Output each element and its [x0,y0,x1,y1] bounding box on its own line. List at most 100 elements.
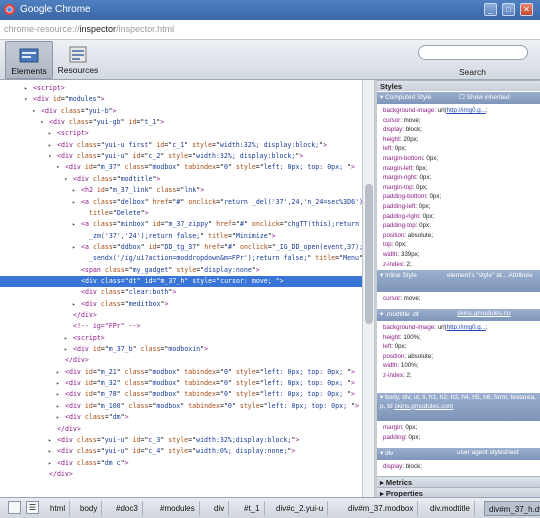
dom-node[interactable]: ▸ <div class="yui-u" id="c_3" style="widt… [0,435,362,446]
dom-node[interactable]: ▸ <div id="m_37_b" class="modboxin"> [0,344,362,355]
dom-node[interactable]: ▾ <div class="yui-u" id="c_2" style="widt… [0,151,362,162]
collapse-triangle-icon[interactable]: ▾ [64,174,73,185]
expand-triangle-icon[interactable]: ▸ [56,367,65,378]
maximize-button[interactable]: □ [502,3,515,16]
style-property[interactable]: margin-top: 0px; [383,183,538,192]
style-property[interactable]: z-index: 2; [383,260,538,269]
dom-node[interactable]: ▸ <div class="dm"> [0,412,362,423]
collapse-triangle-icon[interactable]: ▾ [40,117,49,128]
dom-node[interactable]: ▸ <div class="meditbox"> [0,299,362,310]
dock-toggle-button[interactable]: ☰ [26,501,39,514]
style-property[interactable]: background-image: url(http://img0.g...; [383,106,538,115]
dom-node[interactable]: </div> [0,355,362,366]
modtitle-rule-link[interactable]: skins.gmodules.co [457,310,510,317]
expand-triangle-icon[interactable]: ▸ [56,412,65,423]
dom-node[interactable]: ▸ <div id="m_78" class="modbox" tabindex=… [0,389,362,400]
dom-node[interactable]: ▸ <a class="ddbox" id="DD_tg_37" href="#"… [0,242,362,253]
div-rule-header[interactable]: ▾ div user agent stylesheet [377,448,540,460]
dom-node[interactable]: _sendx('/ig/ui?action=moddropdown&m=FPr'… [0,253,362,264]
style-property[interactable]: padding-left: 0px; [383,202,538,211]
breadcrumb-item[interactable]: div [210,501,230,516]
style-property[interactable]: margin-left: 0px; [383,164,538,173]
style-property[interactable]: left: 0px; [383,342,538,351]
collapse-triangle-icon[interactable]: ▾ [56,162,65,173]
dom-node[interactable]: ▸ <div id="m_32" class="modbox" tabindex=… [0,378,362,389]
dom-node[interactable]: ▾ <div class="modtitle"> [0,174,362,185]
breadcrumb-item[interactable]: html [46,501,71,516]
style-property[interactable]: top: 0px; [383,240,538,249]
console-toggle-button[interactable] [8,501,21,514]
style-property[interactable]: cursor: move; [383,294,538,303]
properties-section-header[interactable]: ▸ Properties [377,487,540,497]
expand-triangle-icon[interactable]: ▸ [72,299,81,310]
style-property[interactable]: margin-right: 0px; [383,173,538,182]
dom-node[interactable]: ▸ <div id="m_100" class="modbox" tabindex… [0,401,362,412]
inline-style-header[interactable]: ▾ Inline Style element's "style" at... At… [377,270,540,292]
dom-node[interactable]: ▸ <h2 id="m_37_link" class="lnk"> [0,185,362,196]
dom-node[interactable]: <!-- ig="FPr" --> [0,321,362,332]
expand-triangle-icon[interactable]: ▸ [48,446,57,457]
dom-node[interactable]: ▸ <script> [0,333,362,344]
style-url-link[interactable]: http://img0.g... [447,324,486,331]
style-property[interactable]: position: absolute; [383,352,538,361]
expand-triangle-icon[interactable]: ▸ [72,197,81,208]
dom-node[interactable]: ▸ <script> [0,83,362,94]
computed-style-header[interactable]: ▾ Computed Style ☐ Show inherited [377,92,540,104]
dom-node[interactable]: ▸ <div class="yui-u" id="c_4" style="widt… [0,446,362,457]
collapse-triangle-icon[interactable]: ▾ [48,151,57,162]
style-property[interactable]: left: 0px; [383,144,538,153]
expand-triangle-icon[interactable]: ▸ [48,128,57,139]
body-rule-header[interactable]: ▾ body, div, ul, li, h1, h2, h3, h4, h5,… [377,393,540,421]
breadcrumb-item[interactable]: #t_1 [240,501,265,516]
expand-triangle-icon[interactable]: ▸ [48,435,57,446]
dom-node[interactable]: </div> [0,424,362,435]
dom-tree[interactable]: ▸ <script> ▾ <div id="modules"> ▾ <div class=… [0,80,362,497]
style-property[interactable]: padding-right: 0px; [383,212,538,221]
search-input[interactable] [418,45,528,60]
style-property[interactable]: background-image: url(http://img0.g...; [383,323,538,332]
expand-triangle-icon[interactable]: ▸ [48,140,57,151]
dom-node[interactable]: _zm('37','24');return false;" title="Min… [0,231,362,242]
expand-triangle-icon[interactable]: ▸ [48,458,57,469]
resources-tab[interactable]: Resources [54,41,102,79]
dom-node[interactable]: ▸ <div class="dm c"> [0,458,362,469]
body-rule-link[interactable]: skins.gmodules.com [394,403,453,410]
style-property[interactable]: margin: 0px; [383,423,538,432]
modtitle-rule-header[interactable]: ▾ .modtitle .dt skins.gmodules.co [377,309,540,321]
dom-node[interactable]: ▾ <div id="m_37" class="modbox" tabindex=… [0,162,362,173]
style-property[interactable]: width: 339px; [383,250,538,259]
dom-node[interactable]: ▸ <div id="m_21" class="modbox" tabindex=… [0,367,362,378]
expand-triangle-icon[interactable]: ▸ [64,333,73,344]
collapse-triangle-icon[interactable]: ▾ [24,94,33,105]
collapse-triangle-icon[interactable]: ▾ [32,106,41,117]
dom-node-selected[interactable]: <div class="dt" id="m_37_h" style="curso… [0,275,362,287]
expand-triangle-icon[interactable]: ▸ [64,344,73,355]
breadcrumb-item[interactable]: #doc3 [112,501,143,516]
dom-node[interactable]: </div> [0,310,362,321]
dom-node[interactable]: ▸ <script> [0,128,362,139]
expand-triangle-icon[interactable]: ▸ [24,83,33,94]
dom-node[interactable]: ▾ <div class="yui-gb" id="t_1"> [0,117,362,128]
style-property[interactable]: z-index: 2; [383,371,538,380]
dom-node[interactable]: ▸ <a class="delbox" href="#" onclick="ret… [0,197,362,208]
style-property[interactable]: width: 100%; [383,361,538,370]
minimize-button[interactable]: _ [484,3,497,16]
style-property[interactable]: position: absolute; [383,231,538,240]
expand-triangle-icon[interactable]: ▸ [72,219,81,230]
dom-node[interactable]: ▸ <a class="minbox" id="m_37_zippy" href=… [0,219,362,230]
style-property[interactable]: padding: 0px; [383,433,538,442]
expand-triangle-icon[interactable]: ▸ [56,389,65,400]
show-inherited-checkbox[interactable]: ☐ Show inherited [459,93,510,101]
close-button[interactable]: ✕ [520,3,533,16]
breadcrumb-item[interactable]: div#c_2.yui-u [272,501,329,516]
dom-scrollbar-thumb[interactable] [365,184,373,324]
styles-section-header[interactable]: Styles [377,80,540,91]
dom-node[interactable]: ▸ <div class="yui-u first" id="c_1" style… [0,140,362,151]
breadcrumb-item[interactable]: div.modtitle [426,501,475,516]
dom-node[interactable]: <div class="clear:both"> [0,287,362,298]
style-property[interactable]: padding-top: 0px; [383,221,538,230]
address-bar[interactable]: chrome-resource://inspector/inspector.ht… [0,20,540,40]
dom-node[interactable]: </div> [0,469,362,480]
breadcrumb-item[interactable]: #modules [156,501,200,516]
expand-triangle-icon[interactable]: ▸ [56,401,65,412]
